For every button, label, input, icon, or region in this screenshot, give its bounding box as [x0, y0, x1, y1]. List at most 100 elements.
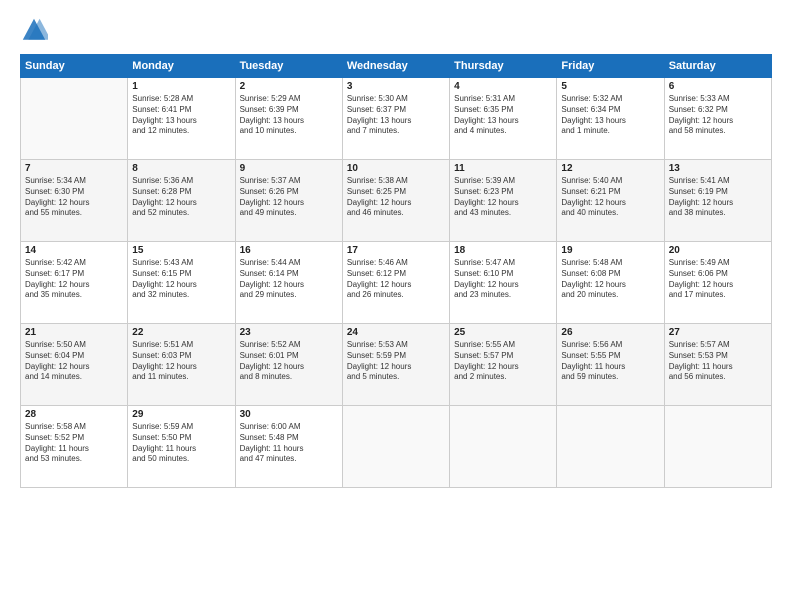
day-number: 14	[25, 245, 123, 256]
day-number: 29	[132, 409, 230, 420]
day-info: Sunrise: 5:51 AMSunset: 6:03 PMDaylight:…	[132, 340, 230, 383]
day-info: Sunrise: 5:49 AMSunset: 6:06 PMDaylight:…	[669, 258, 767, 301]
day-number: 27	[669, 327, 767, 338]
day-cell: 15 Sunrise: 5:43 AMSunset: 6:15 PMDayligh…	[128, 242, 235, 324]
day-number: 10	[347, 163, 445, 174]
day-info: Sunrise: 5:30 AMSunset: 6:37 PMDaylight:…	[347, 94, 445, 137]
logo-icon	[20, 16, 48, 44]
day-info: Sunrise: 5:37 AMSunset: 6:26 PMDaylight:…	[240, 176, 338, 219]
day-number: 6	[669, 81, 767, 92]
day-cell: 27 Sunrise: 5:57 AMSunset: 5:53 PMDayligh…	[664, 324, 771, 406]
day-info: Sunrise: 5:53 AMSunset: 5:59 PMDaylight:…	[347, 340, 445, 383]
day-info: Sunrise: 5:29 AMSunset: 6:39 PMDaylight:…	[240, 94, 338, 137]
calendar-table: SundayMondayTuesdayWednesdayThursdayFrid…	[20, 54, 772, 488]
day-number: 4	[454, 81, 552, 92]
day-info: Sunrise: 5:32 AMSunset: 6:34 PMDaylight:…	[561, 94, 659, 137]
day-cell: 30Sunrise: 6:00 AMSunset: 5:48 PMDayligh…	[235, 406, 342, 488]
day-cell: 9 Sunrise: 5:37 AMSunset: 6:26 PMDaylight…	[235, 160, 342, 242]
day-cell: 22 Sunrise: 5:51 AMSunset: 6:03 PMDayligh…	[128, 324, 235, 406]
day-info: Sunrise: 5:44 AMSunset: 6:14 PMDaylight:…	[240, 258, 338, 301]
day-cell: 3 Sunrise: 5:30 AMSunset: 6:37 PMDaylight…	[342, 78, 449, 160]
day-info: Sunrise: 5:31 AMSunset: 6:35 PMDaylight:…	[454, 94, 552, 137]
day-number: 15	[132, 245, 230, 256]
day-info: Sunrise: 5:55 AMSunset: 5:57 PMDaylight:…	[454, 340, 552, 383]
day-info: Sunrise: 5:46 AMSunset: 6:12 PMDaylight:…	[347, 258, 445, 301]
day-info: Sunrise: 5:39 AMSunset: 6:23 PMDaylight:…	[454, 176, 552, 219]
day-info: Sunrise: 5:48 AMSunset: 6:08 PMDaylight:…	[561, 258, 659, 301]
logo	[20, 16, 52, 44]
col-header-tuesday: Tuesday	[235, 55, 342, 78]
day-info: Sunrise: 5:43 AMSunset: 6:15 PMDaylight:…	[132, 258, 230, 301]
day-cell	[342, 406, 449, 488]
col-header-monday: Monday	[128, 55, 235, 78]
day-number: 18	[454, 245, 552, 256]
day-cell: 14 Sunrise: 5:42 AMSunset: 6:17 PMDayligh…	[21, 242, 128, 324]
day-cell	[450, 406, 557, 488]
day-cell: 10Sunrise: 5:38 AMSunset: 6:25 PMDayligh…	[342, 160, 449, 242]
day-number: 30	[240, 409, 338, 420]
page: SundayMondayTuesdayWednesdayThursdayFrid…	[0, 0, 792, 612]
day-number: 12	[561, 163, 659, 174]
day-number: 5	[561, 81, 659, 92]
day-info: Sunrise: 5:58 AMSunset: 5:52 PMDaylight:…	[25, 422, 123, 465]
day-cell	[21, 78, 128, 160]
day-info: Sunrise: 5:40 AMSunset: 6:21 PMDaylight:…	[561, 176, 659, 219]
header-row: SundayMondayTuesdayWednesdayThursdayFrid…	[21, 55, 772, 78]
day-number: 23	[240, 327, 338, 338]
day-info: Sunrise: 5:33 AMSunset: 6:32 PMDaylight:…	[669, 94, 767, 137]
day-cell: 24 Sunrise: 5:53 AMSunset: 5:59 PMDayligh…	[342, 324, 449, 406]
day-cell	[664, 406, 771, 488]
day-cell: 18 Sunrise: 5:47 AMSunset: 6:10 PMDayligh…	[450, 242, 557, 324]
day-cell: 26Sunrise: 5:56 AMSunset: 5:55 PMDayligh…	[557, 324, 664, 406]
day-cell: 23 Sunrise: 5:52 AMSunset: 6:01 PMDayligh…	[235, 324, 342, 406]
day-info: Sunrise: 5:34 AMSunset: 6:30 PMDaylight:…	[25, 176, 123, 219]
day-cell: 16 Sunrise: 5:44 AMSunset: 6:14 PMDayligh…	[235, 242, 342, 324]
day-number: 16	[240, 245, 338, 256]
day-cell: 4 Sunrise: 5:31 AMSunset: 6:35 PMDaylight…	[450, 78, 557, 160]
day-info: Sunrise: 5:47 AMSunset: 6:10 PMDaylight:…	[454, 258, 552, 301]
day-cell: 7 Sunrise: 5:34 AMSunset: 6:30 PMDaylight…	[21, 160, 128, 242]
day-info: Sunrise: 5:28 AMSunset: 6:41 PMDaylight:…	[132, 94, 230, 137]
day-cell: 8 Sunrise: 5:36 AMSunset: 6:28 PMDaylight…	[128, 160, 235, 242]
day-info: Sunrise: 5:50 AMSunset: 6:04 PMDaylight:…	[25, 340, 123, 383]
col-header-thursday: Thursday	[450, 55, 557, 78]
day-info: Sunrise: 5:59 AMSunset: 5:50 PMDaylight:…	[132, 422, 230, 465]
day-cell: 20 Sunrise: 5:49 AMSunset: 6:06 PMDayligh…	[664, 242, 771, 324]
day-cell: 13 Sunrise: 5:41 AMSunset: 6:19 PMDayligh…	[664, 160, 771, 242]
day-number: 7	[25, 163, 123, 174]
day-cell: 11Sunrise: 5:39 AMSunset: 6:23 PMDayligh…	[450, 160, 557, 242]
day-number: 9	[240, 163, 338, 174]
day-number: 25	[454, 327, 552, 338]
day-cell: 21Sunrise: 5:50 AMSunset: 6:04 PMDayligh…	[21, 324, 128, 406]
col-header-saturday: Saturday	[664, 55, 771, 78]
day-info: Sunrise: 5:36 AMSunset: 6:28 PMDaylight:…	[132, 176, 230, 219]
day-cell: 28Sunrise: 5:58 AMSunset: 5:52 PMDayligh…	[21, 406, 128, 488]
week-row-5: 28Sunrise: 5:58 AMSunset: 5:52 PMDayligh…	[21, 406, 772, 488]
day-number: 1	[132, 81, 230, 92]
day-number: 19	[561, 245, 659, 256]
day-info: Sunrise: 5:52 AMSunset: 6:01 PMDaylight:…	[240, 340, 338, 383]
day-info: Sunrise: 5:42 AMSunset: 6:17 PMDaylight:…	[25, 258, 123, 301]
day-info: Sunrise: 5:57 AMSunset: 5:53 PMDaylight:…	[669, 340, 767, 383]
day-number: 3	[347, 81, 445, 92]
day-number: 2	[240, 81, 338, 92]
day-number: 24	[347, 327, 445, 338]
day-number: 17	[347, 245, 445, 256]
day-cell: 6 Sunrise: 5:33 AMSunset: 6:32 PMDaylight…	[664, 78, 771, 160]
day-info: Sunrise: 5:41 AMSunset: 6:19 PMDaylight:…	[669, 176, 767, 219]
col-header-friday: Friday	[557, 55, 664, 78]
day-cell: 19 Sunrise: 5:48 AMSunset: 6:08 PMDayligh…	[557, 242, 664, 324]
day-cell: 2 Sunrise: 5:29 AMSunset: 6:39 PMDaylight…	[235, 78, 342, 160]
day-info: Sunrise: 5:56 AMSunset: 5:55 PMDaylight:…	[561, 340, 659, 383]
week-row-4: 21Sunrise: 5:50 AMSunset: 6:04 PMDayligh…	[21, 324, 772, 406]
day-cell: 29 Sunrise: 5:59 AMSunset: 5:50 PMDayligh…	[128, 406, 235, 488]
day-number: 13	[669, 163, 767, 174]
day-cell: 1 Sunrise: 5:28 AMSunset: 6:41 PMDaylight…	[128, 78, 235, 160]
day-cell	[557, 406, 664, 488]
week-row-2: 7 Sunrise: 5:34 AMSunset: 6:30 PMDaylight…	[21, 160, 772, 242]
col-header-wednesday: Wednesday	[342, 55, 449, 78]
day-number: 8	[132, 163, 230, 174]
day-number: 20	[669, 245, 767, 256]
col-header-sunday: Sunday	[21, 55, 128, 78]
day-number: 22	[132, 327, 230, 338]
